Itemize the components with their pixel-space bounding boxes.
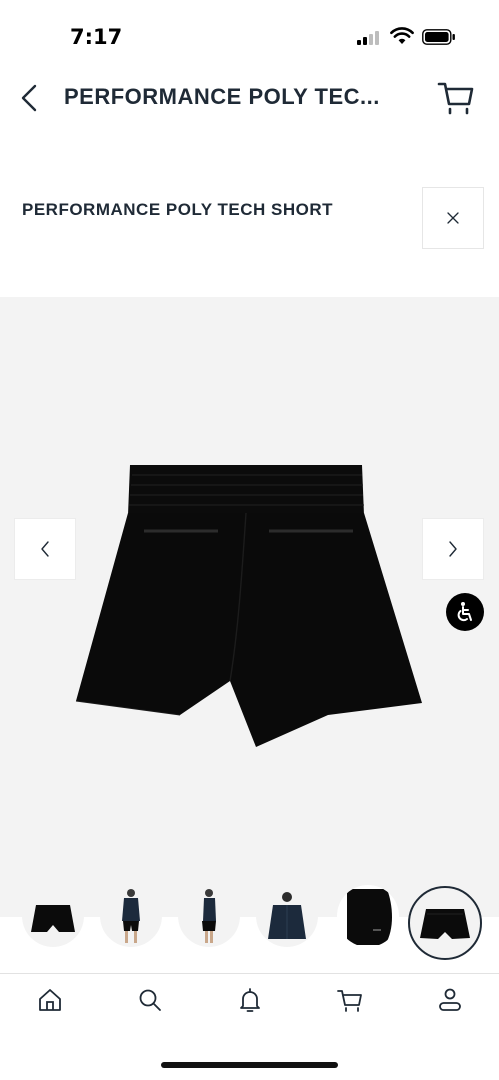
- thumbnail-strip: [0, 885, 499, 973]
- bell-icon[interactable]: [236, 986, 264, 1014]
- cart-icon[interactable]: [436, 78, 476, 116]
- home-icon[interactable]: [36, 986, 64, 1014]
- search-icon[interactable]: [136, 986, 164, 1014]
- thumbnail-model-front[interactable]: [100, 885, 162, 947]
- thumbnail-model-back[interactable]: [256, 885, 318, 947]
- status-bar: 7:17: [0, 0, 499, 70]
- product-page: 7:17 PERFORMANCE POLY TEC... PERFORMANCE…: [0, 0, 499, 1080]
- home-indicator: [161, 1062, 338, 1068]
- gallery-prev-button[interactable]: [14, 518, 76, 580]
- battery-icon: [422, 29, 455, 45]
- model-side-image: [202, 889, 216, 943]
- chevron-left-icon: [41, 541, 49, 557]
- model-back-image: [268, 892, 306, 939]
- close-icon: [447, 212, 459, 224]
- cart-icon[interactable]: [336, 986, 364, 1014]
- product-name: PERFORMANCE POLY TECH SHORT: [22, 200, 334, 219]
- model-front-image: [122, 889, 140, 943]
- thumbnail-shorts-front[interactable]: [22, 885, 84, 947]
- wifi-icon: [390, 27, 414, 44]
- profile-icon[interactable]: [436, 986, 464, 1014]
- chevron-left-icon[interactable]: [14, 80, 44, 116]
- product-gallery[interactable]: [0, 297, 499, 917]
- product-image: [75, 465, 422, 747]
- status-time: 7:17: [70, 25, 123, 49]
- close-button[interactable]: [422, 187, 484, 249]
- nav-header: PERFORMANCE POLY TEC...: [0, 70, 499, 126]
- shorts-thumbnail-image: [31, 905, 75, 932]
- thumbnail-shorts-back-selected[interactable]: [408, 886, 482, 960]
- page-title: PERFORMANCE POLY TEC...: [64, 84, 380, 109]
- thumbnail-model-side[interactable]: [178, 885, 240, 947]
- gallery-next-button[interactable]: [422, 518, 484, 580]
- chevron-right-icon: [449, 541, 457, 557]
- shorts-back-thumbnail-image: [420, 909, 470, 939]
- thumbnail-fabric-closeup[interactable]: [337, 885, 399, 947]
- fabric-closeup-image: [347, 889, 392, 945]
- cellular-signal-icon: [357, 31, 381, 45]
- bottom-tab-bar: [0, 973, 499, 1028]
- accessibility-button[interactable]: [446, 593, 484, 631]
- wheelchair-icon: [457, 602, 472, 622]
